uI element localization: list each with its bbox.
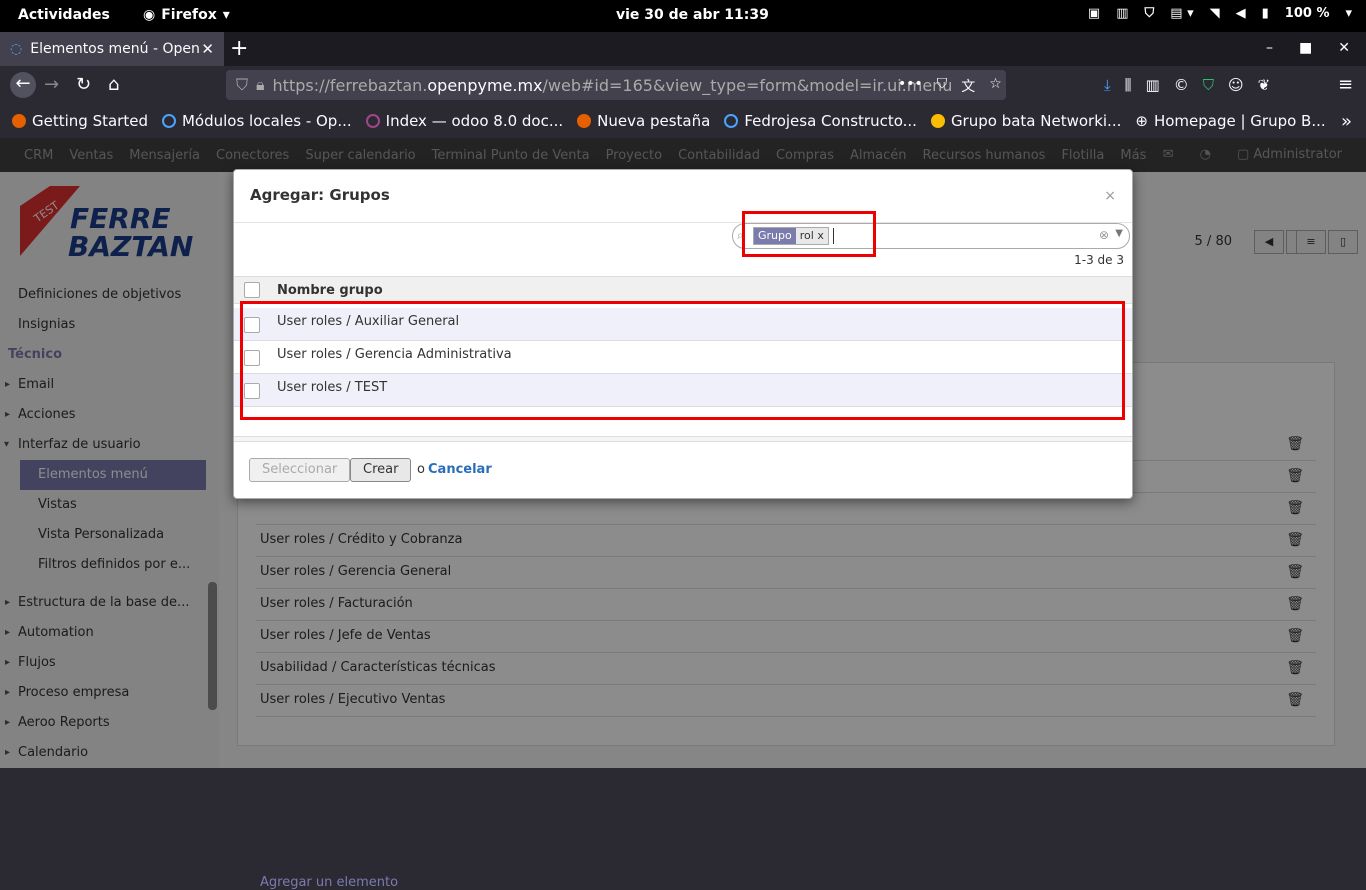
sidebar-icon[interactable]: ▥: [1146, 76, 1160, 94]
column-header[interactable]: Nombre grupo: [277, 283, 383, 298]
bookmark-item[interactable]: ⊕ Homepage | Grupo B...: [1135, 112, 1325, 130]
url-text: https://ferrebaztan.openpyme.mx/web#id=1…: [272, 75, 953, 95]
group-name: User roles / TEST: [277, 380, 388, 395]
app-name: Firefox: [161, 7, 217, 23]
volume-icon: ◀: [1235, 6, 1246, 21]
panel-icon: ▥: [1116, 6, 1129, 21]
row-checkbox[interactable]: [244, 383, 260, 399]
navigation-bar: ← → ↻ ⌂ ⛉ 🔒︎ https://ferrebaztan.openpym…: [0, 66, 1366, 104]
text-cursor: [833, 228, 834, 244]
power-menu-icon: ▾: [1345, 6, 1352, 21]
select-all-checkbox[interactable]: [244, 282, 260, 298]
extension-c-icon[interactable]: ©: [1174, 76, 1189, 94]
new-tab-button[interactable]: +: [230, 36, 248, 61]
tab-strip: ◌ Elementos menú - Open ✕ + – ■ ✕: [0, 32, 1366, 66]
home-icon[interactable]: ⌂: [108, 74, 119, 95]
facet-label: Grupo: [754, 228, 796, 244]
system-tray[interactable]: ▣ ▥ ⛉ ▤ ▾ ◥ ◀ ▮ 100 % ▾: [1088, 6, 1352, 21]
drive-icon: [930, 114, 945, 128]
firefox-icon: [577, 114, 592, 128]
group-name: User roles / Auxiliar General: [277, 314, 460, 329]
forward-icon[interactable]: →: [44, 74, 59, 95]
screen-icon: ▣: [1087, 6, 1101, 21]
system-top-bar: Actividades ◉ Firefox ▾ vie 30 de abr 11:3…: [0, 0, 1366, 32]
close-window-icon[interactable]: ✕: [1338, 40, 1350, 56]
shield-icon: ⛉: [236, 75, 249, 94]
battery-icon: ▮: [1261, 6, 1269, 21]
dialog-title: Agregar: Grupos: [250, 186, 390, 204]
browser-tab[interactable]: ◌ Elementos menú - Open ✕: [0, 32, 224, 66]
clock[interactable]: vie 30 de abr 11:39: [616, 7, 769, 23]
battery-level: 100 %: [1284, 6, 1330, 21]
loading-icon: [161, 114, 176, 128]
select-button[interactable]: Seleccionar: [249, 458, 351, 482]
table-header: Nombre grupo: [234, 276, 1132, 304]
shield-icon: ⛉: [1144, 6, 1155, 21]
divider: [234, 436, 1132, 442]
firefox-icon: ◉: [143, 7, 156, 23]
search-icon: ⌕: [737, 228, 744, 242]
loading-icon: [724, 114, 739, 128]
group-name: User roles / Gerencia Administrativa: [277, 347, 512, 362]
search-input[interactable]: ⌕ Grupo rol x ⊗ ▼: [732, 223, 1130, 249]
odoo-page: CRM Ventas Mensajería Conectores Super c…: [0, 138, 1366, 890]
row-checkbox[interactable]: [244, 317, 260, 333]
search-dropdown-icon[interactable]: ▼: [1115, 228, 1123, 239]
maximize-icon[interactable]: ■: [1299, 40, 1312, 56]
add-groups-dialog: Agregar: Grupos × ⌕ Grupo rol x ⊗ ▼ 1-3 …: [233, 169, 1133, 499]
extension-monkey-icon[interactable]: ☺: [1228, 76, 1244, 94]
bookmark-item[interactable]: Grupo bata Networki...: [930, 112, 1121, 130]
bookmark-item[interactable]: Módulos locales - Op...: [161, 112, 352, 130]
toolbar-icons: ⤓ ⫼ ▥ © ⛉ ☺ ❦: [1104, 76, 1270, 94]
loading-icon: ◌: [10, 41, 23, 57]
extension-shield-icon[interactable]: ⛉: [1203, 76, 1214, 94]
window-controls: – ■ ✕: [1266, 40, 1350, 56]
search-facet: Grupo rol x: [753, 227, 829, 245]
wifi-icon: ◥: [1209, 6, 1220, 21]
translate-icon[interactable]: 文: [961, 76, 975, 96]
clear-search-icon[interactable]: ⊗: [1099, 228, 1109, 242]
back-icon[interactable]: ←: [10, 72, 36, 98]
close-tab-icon[interactable]: ✕: [201, 40, 214, 58]
pocket-icon[interactable]: ⛉: [937, 76, 948, 96]
tab-title: Elementos menú - Open: [30, 41, 200, 57]
minimize-icon[interactable]: –: [1266, 40, 1273, 56]
bookmark-item[interactable]: Fedrojesa Constructo...: [724, 112, 917, 130]
list-item[interactable]: User roles / Gerencia Administrativa: [234, 341, 1132, 374]
chevron-down-icon: ▾: [222, 7, 230, 23]
app-menu[interactable]: ◉ Firefox ▾: [143, 7, 230, 23]
bookmark-item[interactable]: Nueva pestaña: [577, 112, 710, 130]
library-icon[interactable]: ⫼: [1125, 76, 1132, 94]
extension-leaf-icon[interactable]: ❦: [1258, 76, 1271, 94]
url-bar[interactable]: ⛉ 🔒︎ https://ferrebaztan.openpyme.mx/web…: [226, 70, 1006, 100]
more-icon[interactable]: •••: [898, 76, 923, 96]
add-item-link[interactable]: Agregar un elemento: [260, 875, 398, 890]
clipboard-icon: ▤ ▾: [1170, 6, 1194, 21]
firefox-icon: [12, 114, 26, 128]
list-item[interactable]: User roles / TEST: [234, 374, 1132, 407]
list-item[interactable]: User roles / Auxiliar General: [234, 308, 1132, 341]
or-text: o: [417, 462, 425, 477]
row-checkbox[interactable]: [244, 350, 260, 366]
bookmarks-bar: Getting Started Módulos locales - Op... …: [0, 104, 1366, 138]
globe-icon: ⊕: [1135, 112, 1148, 130]
close-icon[interactable]: ×: [1104, 188, 1116, 204]
facet-value: rol x: [795, 228, 828, 244]
lock-icon: 🔒︎: [256, 75, 265, 94]
download-icon[interactable]: ⤓: [1104, 76, 1111, 94]
modal-backdrop-top: [0, 138, 1366, 172]
facet-remove-icon[interactable]: x: [817, 229, 824, 242]
url-actions: ••• ⛉ 文 ☆: [898, 76, 1002, 96]
activities-button[interactable]: Actividades: [18, 7, 110, 23]
reload-icon[interactable]: ↻: [76, 74, 91, 95]
bookmark-item[interactable]: Getting Started: [12, 112, 148, 130]
cancel-link[interactable]: Cancelar: [428, 462, 492, 477]
create-button[interactable]: Crear: [350, 458, 412, 482]
odoo-icon: [365, 114, 380, 128]
more-bookmarks-icon[interactable]: »: [1341, 111, 1352, 132]
result-count: 1-3 de 3: [1074, 253, 1124, 267]
menu-icon[interactable]: ≡: [1338, 74, 1353, 95]
bookmark-star-icon[interactable]: ☆: [989, 76, 1002, 96]
bookmark-item[interactable]: Index — odoo 8.0 doc...: [365, 112, 563, 130]
